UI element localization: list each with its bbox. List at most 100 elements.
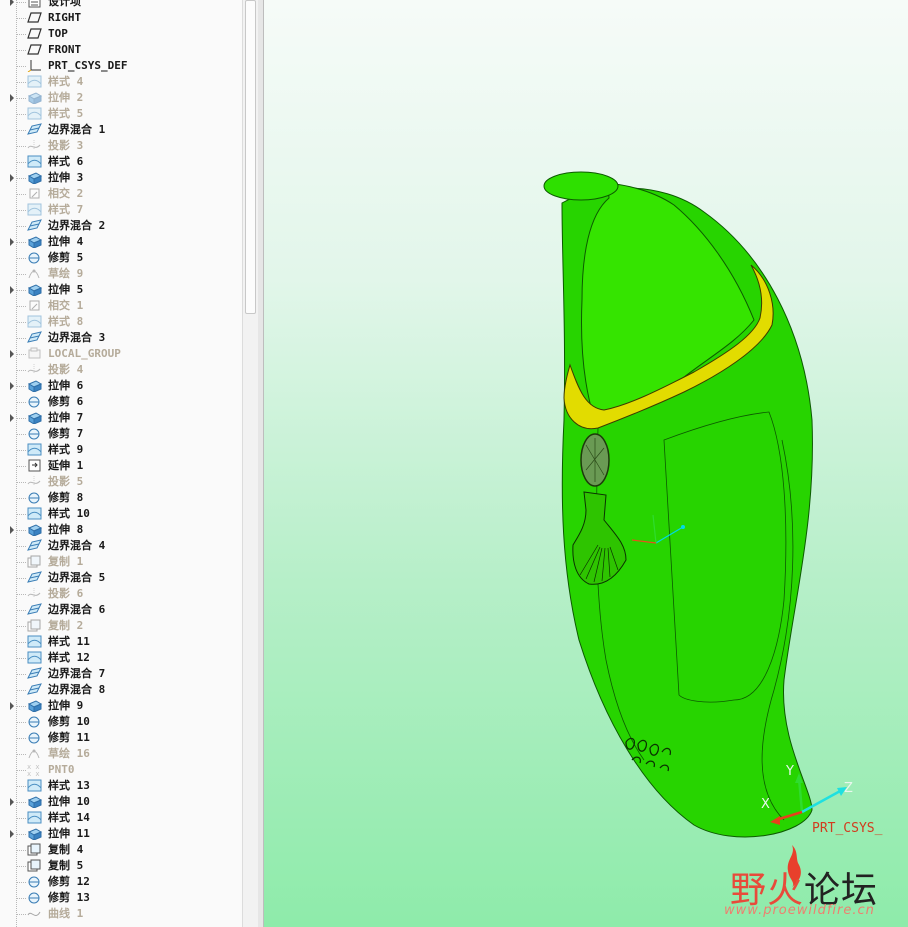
tree-item[interactable]: 边界混合 7 xyxy=(0,666,242,682)
tree-item[interactable]: 曲线 1 xyxy=(0,906,242,922)
tree-item[interactable]: 拉伸 7 xyxy=(0,410,242,426)
expand-arrow-icon[interactable] xyxy=(10,526,14,534)
expand-arrow-icon[interactable] xyxy=(10,174,14,182)
axis-y-label: Y xyxy=(785,764,794,779)
tree-connector xyxy=(16,834,26,835)
tree-item-label: LOCAL_GROUP xyxy=(48,347,121,360)
tree-item[interactable]: 修剪 11 xyxy=(0,730,242,746)
tree-item[interactable]: 拉伸 8 xyxy=(0,522,242,538)
tree-item[interactable]: 样式 14 xyxy=(0,810,242,826)
tree-item[interactable]: 相交 2 xyxy=(0,186,242,202)
tree-item[interactable]: LOCAL_GROUP xyxy=(0,346,242,362)
tree-connector xyxy=(16,194,26,195)
tree-item[interactable]: 边界混合 4 xyxy=(0,538,242,554)
expand-arrow-icon[interactable] xyxy=(10,414,14,422)
tree-item[interactable]: 边界混合 6 xyxy=(0,602,242,618)
expand-arrow-icon[interactable] xyxy=(10,382,14,390)
tree-item[interactable]: 拉伸 5 xyxy=(0,282,242,298)
tree-item[interactable]: 拉伸 4 xyxy=(0,234,242,250)
tree-item[interactable]: 拉伸 6 xyxy=(0,378,242,394)
svg-text:x x: x x xyxy=(27,770,40,776)
tree-connector xyxy=(16,898,26,899)
tree-item-label: RIGHT xyxy=(48,11,82,24)
tree-item[interactable]: 样式 13 xyxy=(0,778,242,794)
projection-icon xyxy=(27,588,41,598)
tree-connector xyxy=(16,434,26,435)
expand-arrow-icon[interactable] xyxy=(10,94,14,102)
tree-item[interactable]: 修剪 5 xyxy=(0,250,242,266)
tree-item-label: 边界混合 6 xyxy=(48,603,106,616)
tree-item[interactable]: 复制 1 xyxy=(0,554,242,570)
tree-item[interactable]: 样式 7 xyxy=(0,202,242,218)
tree-scrollbar-thumb[interactable] xyxy=(245,0,256,314)
tree-item-label: 样式 9 xyxy=(48,443,84,456)
tree-item[interactable]: 复制 5 xyxy=(0,858,242,874)
tree-item[interactable]: 样式 6 xyxy=(0,154,242,170)
tree-item[interactable]: 样式 10 xyxy=(0,506,242,522)
tree-item[interactable]: 样式 5 xyxy=(0,106,242,122)
tree-item[interactable]: 修剪 13 xyxy=(0,890,242,906)
tree-item[interactable]: 样式 12 xyxy=(0,650,242,666)
tree-item[interactable]: 样式 9 xyxy=(0,442,242,458)
tree-item[interactable]: 修剪 7 xyxy=(0,426,242,442)
tree-connector xyxy=(16,450,26,451)
tree-item[interactable]: 拉伸 9 xyxy=(0,698,242,714)
tree-scrollbar[interactable] xyxy=(242,0,259,927)
tree-item-label: 拉伸 3 xyxy=(48,171,84,184)
trim-icon xyxy=(28,876,40,888)
graphics-viewport[interactable]: Y Z X PRT_CSYS_ 野火论坛 www.proewildfire.cn xyxy=(264,0,908,927)
tree-item[interactable]: 拉伸 11 xyxy=(0,826,242,842)
tree-item-label: 复制 4 xyxy=(48,843,84,856)
tree-item[interactable]: 修剪 8 xyxy=(0,490,242,506)
expand-arrow-icon[interactable] xyxy=(10,702,14,710)
expand-arrow-icon[interactable] xyxy=(10,0,14,6)
tree-item-label: 草绘 16 xyxy=(48,747,90,760)
tree-item[interactable]: PRT_CSYS_DEF xyxy=(0,58,242,74)
tree-item[interactable]: 投影 3 xyxy=(0,138,242,154)
tree-item-label: 样式 7 xyxy=(48,203,84,216)
expand-arrow-icon[interactable] xyxy=(10,798,14,806)
tree-item[interactable]: 草绘 9 xyxy=(0,266,242,282)
tree-item[interactable]: 边界混合 8 xyxy=(0,682,242,698)
tree-item[interactable]: 拉伸 2 xyxy=(0,90,242,106)
tree-item[interactable]: RIGHT xyxy=(0,10,242,26)
csys-label: PRT_CSYS_ xyxy=(812,821,883,836)
tree-item[interactable]: TOP xyxy=(0,26,242,42)
tree-item[interactable]: 投影 6 xyxy=(0,586,242,602)
tree-item[interactable]: 设计项 xyxy=(0,0,242,10)
tree-connector xyxy=(16,914,26,915)
tree-item[interactable]: 复制 2 xyxy=(0,618,242,634)
tree-connector xyxy=(16,514,26,515)
expand-arrow-icon[interactable] xyxy=(10,286,14,294)
tree-connector xyxy=(16,146,26,147)
tree-item[interactable]: 投影 5 xyxy=(0,474,242,490)
tree-item[interactable]: 边界混合 5 xyxy=(0,570,242,586)
tree-item[interactable]: 样式 4 xyxy=(0,74,242,90)
tree-item-label: 样式 11 xyxy=(48,635,90,648)
style-icon xyxy=(27,779,42,792)
expand-arrow-icon[interactable] xyxy=(10,350,14,358)
tree-item[interactable]: 边界混合 2 xyxy=(0,218,242,234)
tree-item[interactable]: 修剪 10 xyxy=(0,714,242,730)
tree-item[interactable]: 修剪 6 xyxy=(0,394,242,410)
tree-item-label: 拉伸 4 xyxy=(48,235,84,248)
tree-item[interactable]: 边界混合 1 xyxy=(0,122,242,138)
tree-connector xyxy=(16,402,26,403)
tree-item[interactable]: 复制 4 xyxy=(0,842,242,858)
tree-item-label: 修剪 5 xyxy=(48,251,84,264)
tree-item[interactable]: 拉伸 3 xyxy=(0,170,242,186)
tree-item[interactable]: 拉伸 10 xyxy=(0,794,242,810)
tree-item[interactable]: 延伸 1 xyxy=(0,458,242,474)
tree-item[interactable]: x xx x PNT0 xyxy=(0,762,242,778)
expand-arrow-icon[interactable] xyxy=(10,238,14,246)
expand-arrow-icon[interactable] xyxy=(10,830,14,838)
tree-item[interactable]: 样式 11 xyxy=(0,634,242,650)
tree-item[interactable]: 样式 8 xyxy=(0,314,242,330)
tree-item[interactable]: 边界混合 3 xyxy=(0,330,242,346)
tree-item[interactable]: 投影 4 xyxy=(0,362,242,378)
boundary-blend-icon xyxy=(27,331,42,343)
tree-item[interactable]: 修剪 12 xyxy=(0,874,242,890)
tree-item[interactable]: 相交 1 xyxy=(0,298,242,314)
tree-item[interactable]: FRONT xyxy=(0,42,242,58)
tree-item[interactable]: 草绘 16 xyxy=(0,746,242,762)
